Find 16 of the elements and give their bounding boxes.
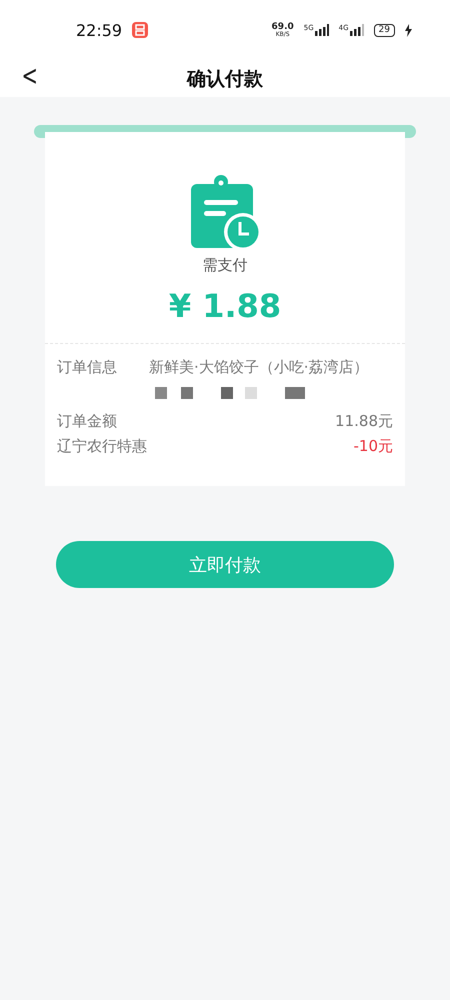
back-button[interactable]: < <box>18 62 41 90</box>
row-label: 订单金额 <box>57 412 118 431</box>
battery-level: 29 <box>374 24 395 36</box>
amount-due-label: 需支付 <box>202 256 248 275</box>
page-title: 确认付款 <box>187 66 263 92</box>
network-speed: 69.0 <box>272 22 294 32</box>
app-notification-icon <box>132 22 148 38</box>
row-label: 辽宁农行特惠 <box>57 437 148 456</box>
signal-icon <box>314 24 329 36</box>
amount-due: ¥ 1.88 <box>168 287 282 325</box>
status-time: 22:59 <box>76 20 122 40</box>
merchant-name: 新鲜美·大馅饺子（小吃·荔湾店） <box>149 354 393 406</box>
row-value: -10元 <box>352 437 393 456</box>
signal-icon <box>350 24 364 36</box>
row-label: 订单信息 <box>57 358 118 377</box>
row-value: 11.88元 <box>334 412 393 431</box>
